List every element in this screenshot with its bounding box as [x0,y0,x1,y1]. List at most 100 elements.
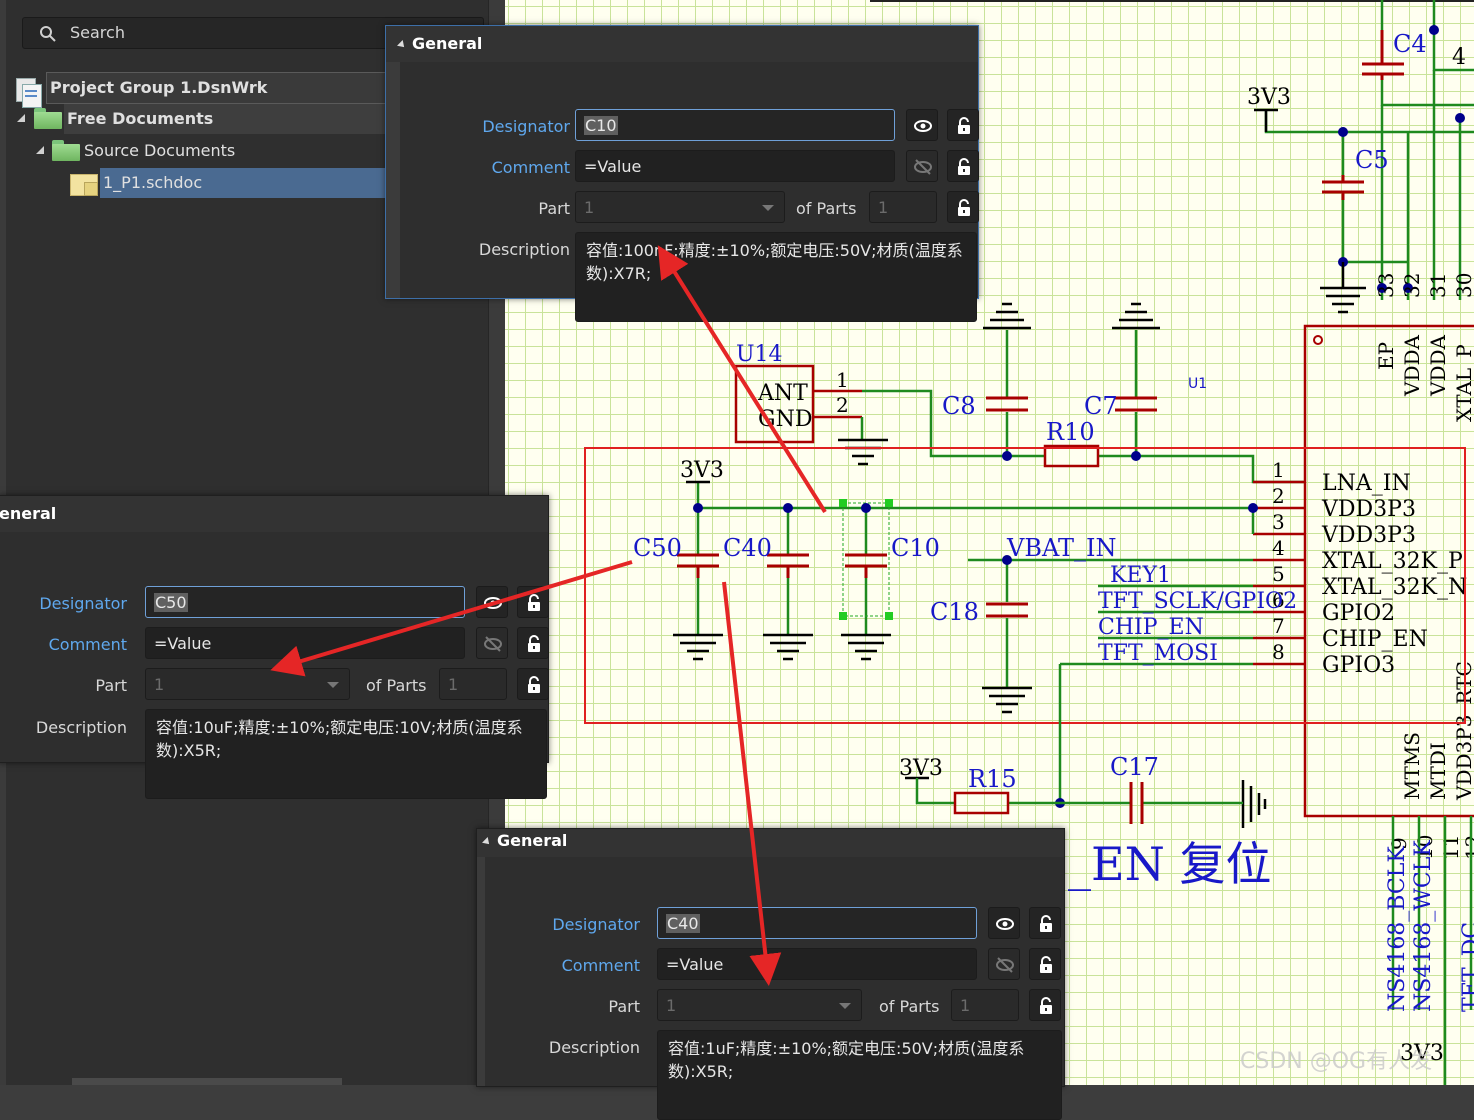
part-dropdown[interactable]: 1 [657,989,862,1021]
pin-vdd3p3-a: VDD3P3 [1321,497,1416,522]
of-parts-field[interactable]: 1 [439,668,507,700]
part-label: Part [95,676,127,695]
folder-icon [34,108,62,129]
description-label: Description [548,1038,640,1057]
designator-label: Designator [482,117,570,136]
visibility-button[interactable] [476,627,508,659]
lock-button[interactable] [517,586,549,618]
pin-xtal-32k-p: XTAL_32K_P [1322,549,1463,574]
lock-icon [528,635,540,652]
net-ns4168-bclk: NS4168_BCLK [1385,846,1410,1012]
lock-icon [528,676,540,693]
pin-lna-in: LNA_IN [1322,471,1411,496]
label-3v3-top: 3V3 [1247,85,1291,110]
eye-icon [484,597,502,609]
chevron-down-icon [762,205,774,211]
tree-item-source-documents-label: Source Documents [84,141,236,160]
part-label: Part [538,199,570,218]
description-field[interactable]: 容值:10uF;精度:±10%;额定电压:10V;材质(温度系数):X5R; [145,709,547,799]
properties-popup-c40: General Designator C40 Comment =Value Pa… [476,828,1065,1120]
u1-pin-2: 2 [1272,484,1285,508]
lock-icon [958,199,970,216]
lock-button[interactable] [947,150,979,182]
horizontal-scrollbar[interactable] [72,1078,342,1085]
search-placeholder: Search [70,23,125,42]
designator-field[interactable]: C50 [145,586,465,618]
eye-icon [914,120,932,132]
visibility-button[interactable] [906,150,938,182]
comment-label: Comment [561,956,640,975]
pin-33-label: 33 [1374,273,1398,298]
visibility-button[interactable] [988,948,1020,980]
properties-popup-c10: General Designator C10 Comment =Value Pa… [385,25,979,322]
designator-field[interactable]: C10 [575,109,895,141]
tree-item-schdoc[interactable]: 1_P1.schdoc [100,168,387,198]
tree-item-free-documents[interactable]: Free Documents [64,104,387,134]
section-title-en-reset: _EN 复位 [1068,837,1271,891]
lock-icon [958,117,970,134]
lock-button[interactable] [517,668,549,700]
label-u14-pin2: 2 [836,393,849,417]
eye-hidden-icon [484,636,502,652]
lock-button[interactable] [1029,989,1061,1021]
popup-header[interactable]: eneral [0,496,548,532]
watermark: CSDN @OG有人发 [1240,1049,1433,1074]
description-field[interactable]: 容值:1uF;精度:±10%;额定电压:50V;材质(温度系数):X5R; [657,1030,1062,1120]
collapse-arrow-icon[interactable] [36,146,44,154]
designator-field[interactable]: C40 [657,907,977,939]
u1-pin-4: 4 [1272,536,1285,560]
part-dropdown[interactable]: 1 [145,668,350,700]
lock-icon [1040,997,1052,1014]
pin-xtal-p-label: XTAL_P [1452,344,1474,422]
designator-label: Designator [39,594,127,613]
description-field[interactable]: 容值:100nF;精度:±10%;额定电压:50V;材质(温度系数):X7R; [575,232,977,322]
label-r10: R10 [1046,418,1095,446]
lock-button[interactable] [1029,907,1061,939]
visibility-button[interactable] [906,109,938,141]
part-dropdown[interactable]: 1 [575,191,785,223]
popup-header-label: General [497,831,568,850]
net-tft-dc: TFT_DC [1459,922,1474,1012]
tree-item-project-group[interactable]: Project Group 1.DsnWrk [46,72,389,104]
of-parts-field[interactable]: 1 [951,989,1019,1021]
label-u14-pin1: 1 [836,368,849,392]
collapse-arrow-icon[interactable] [397,39,407,50]
popup-header[interactable]: General [386,26,978,62]
eye-hidden-icon [914,159,932,175]
visibility-button[interactable] [988,907,1020,939]
collapse-arrow-icon[interactable] [17,114,25,122]
net-vbat-in: VBAT_IN [1006,534,1116,562]
pin-vdd3p3-rtc-label: VDD3P3_RTC [1452,661,1474,801]
comment-field[interactable]: =Value [657,948,977,980]
of-parts-field[interactable]: 1 [869,191,937,223]
label-c17: C17 [1110,753,1159,781]
pin-gpio3: GPIO3 [1322,653,1395,678]
popup-header[interactable]: General [477,829,1064,857]
of-parts-label: of Parts [879,997,940,1016]
lock-button[interactable] [947,191,979,223]
pin-mtdi-label: MTDI [1426,742,1450,800]
pin-xtal-32k-n: XTAL_32K_N [1322,575,1467,600]
chevron-down-icon [839,1003,851,1009]
visibility-button[interactable] [476,586,508,618]
label-u14: U14 [736,342,783,367]
label-c50: C50 [633,534,682,562]
collapse-arrow-icon[interactable] [482,836,492,847]
u1-pin-7: 7 [1272,614,1285,638]
lock-button[interactable] [517,627,549,659]
popup-body: Designator C50 Comment =Value Part 1 of … [0,532,549,799]
label-c7: C7 [1084,392,1118,420]
tree-item-source-documents[interactable]: Source Documents [84,136,384,166]
lock-button[interactable] [1029,948,1061,980]
net-ns4168-wclk: NS4168_WCLK [1411,840,1436,1012]
part-value: 1 [666,996,677,1015]
lock-button[interactable] [947,109,979,141]
comment-field[interactable]: =Value [575,150,895,182]
comment-field[interactable]: =Value [145,627,465,659]
eye-hidden-icon [996,957,1014,973]
popup-body: Designator C40 Comment =Value Part 1 of … [485,857,1064,1120]
project-group-icon [14,76,42,108]
net-tft-mosi: TFT_MOSI [1098,641,1218,666]
lock-icon [958,158,970,175]
label-u1: U1 [1188,376,1207,392]
